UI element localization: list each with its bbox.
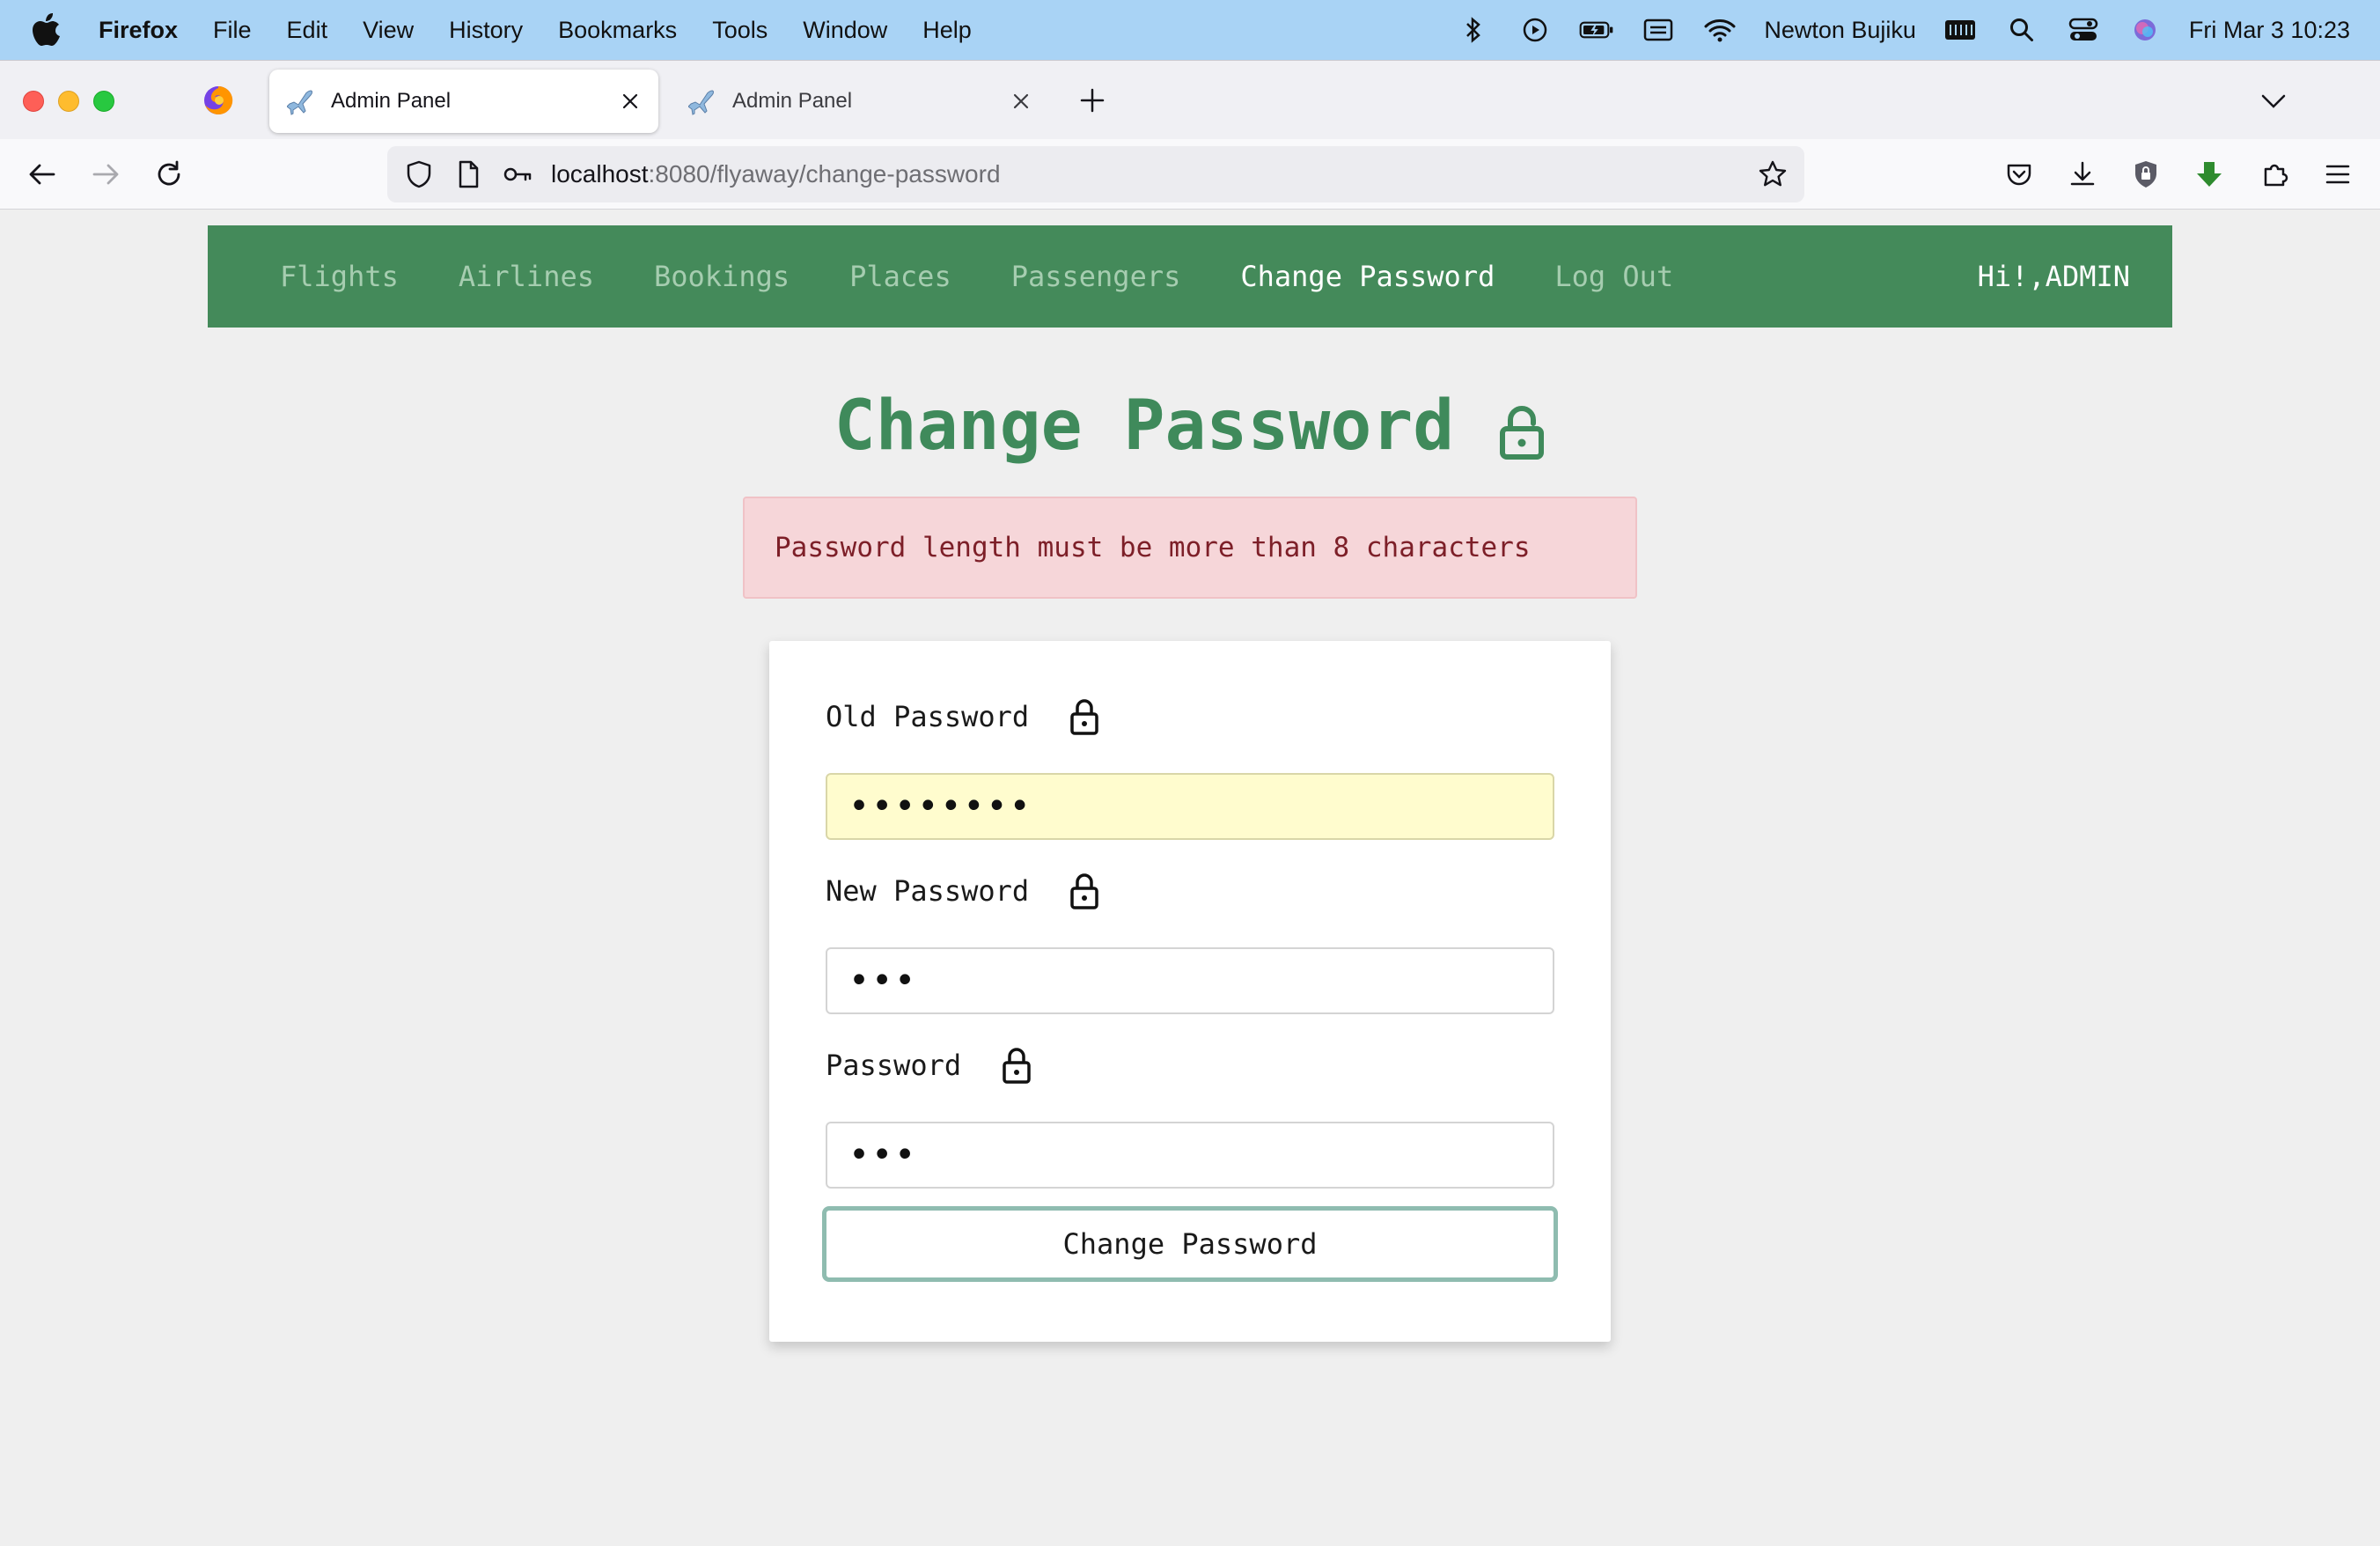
browser-tabstrip: Admin Panel Admin Panel [0,60,2380,139]
menu-file[interactable]: File [213,17,252,44]
page-content: Flights Airlines Bookings Places Passeng… [0,210,2380,1546]
url-path: :8080/flyaway/change-password [648,160,1001,188]
reload-icon[interactable] [151,157,187,192]
confirm-password-input[interactable] [826,1122,1554,1189]
close-icon[interactable] [1010,91,1032,112]
nav-log-out[interactable]: Log Out [1554,260,1673,293]
airplane-icon [688,90,714,115]
nav-passengers[interactable]: Passengers [1011,260,1181,293]
display-icon[interactable] [1641,15,1676,45]
key-icon[interactable] [502,158,533,190]
play-circle-icon[interactable] [1517,15,1553,45]
privacy-shield-icon[interactable] [2128,157,2163,192]
url-host: localhost [551,160,649,188]
nav-flights[interactable]: Flights [280,260,399,293]
site-navbar: Flights Airlines Bookings Places Passeng… [208,225,2172,328]
nav-change-password[interactable]: Change Password [1240,260,1495,293]
extensions-puzzle-icon[interactable] [2257,157,2292,192]
old-password-label-text: Old Password [826,700,1030,733]
wifi-icon[interactable] [1702,15,1737,45]
menu-bookmarks[interactable]: Bookmarks [558,17,677,44]
nav-places[interactable]: Places [849,260,951,293]
url-bar[interactable]: localhost:8080/flyaway/change-password [387,146,1804,202]
page-title: Change Password [834,386,1455,466]
menubar-username[interactable]: Newton Bujiku [1764,17,1916,44]
bookmark-star-icon[interactable] [1757,158,1789,190]
airplane-icon [287,90,312,115]
control-center-icon[interactable] [2066,15,2101,45]
menubar-status-area: Newton Bujiku Fri Mar 3 10:23 [1429,0,2350,60]
tab-title: Admin Panel [732,89,853,113]
back-arrow-icon[interactable] [25,157,60,192]
siri-icon[interactable] [2127,15,2163,45]
menu-window[interactable]: Window [803,17,887,44]
nav-bookings[interactable]: Bookings [654,260,790,293]
chevron-down-icon[interactable] [2259,89,2288,114]
new-password-label-text: New Password [826,874,1030,908]
window-minimize-button[interactable] [58,91,79,112]
page-title-wrap: Change Password [0,386,2380,466]
spotlight-search-icon[interactable] [2004,15,2039,45]
green-download-arrow-icon[interactable] [2192,157,2227,192]
new-tab-plus-icon[interactable] [1077,85,1107,115]
url-text[interactable]: localhost:8080/flyaway/change-password [551,160,1757,188]
new-password-input[interactable] [826,947,1554,1014]
confirm-password-label-text: Password [826,1049,962,1082]
tab-admin-panel[interactable]: Admin Panel [671,70,1049,133]
browser-toolbar: localhost:8080/flyaway/change-password [0,139,2380,210]
menu-view[interactable]: View [363,17,414,44]
forward-arrow-icon[interactable] [88,157,123,192]
error-alert: Password length must be more than 8 char… [743,497,1637,599]
pocket-icon[interactable] [2002,157,2037,192]
menu-tools[interactable]: Tools [712,17,768,44]
change-password-button[interactable]: Change Password [822,1206,1558,1282]
window-zoom-button[interactable] [93,91,114,112]
page-icon[interactable] [452,158,484,190]
menu-history[interactable]: History [449,17,523,44]
nav-airlines[interactable]: Airlines [459,260,594,293]
menu-edit[interactable]: Edit [287,17,328,44]
downloads-icon[interactable] [2065,157,2100,192]
tab-title: Admin Panel [331,89,452,113]
lock-icon [1070,873,1098,909]
lock-icon [1070,699,1098,735]
lock-icon [1500,406,1545,460]
confirm-password-label: Password [826,1046,1032,1085]
bluetooth-icon[interactable] [1456,15,1491,45]
keyboard-icon[interactable] [1943,15,1978,45]
battery-icon[interactable] [1579,15,1614,45]
macos-menubar: Firefox File Edit View History Bookmarks… [0,0,2380,60]
hamburger-menu-icon[interactable] [2320,157,2355,192]
firefox-view-icon[interactable] [201,83,236,118]
old-password-input[interactable] [826,773,1554,840]
menubar-clock[interactable]: Fri Mar 3 10:23 [2189,17,2350,44]
new-password-label: New Password [826,872,1099,910]
apple-icon[interactable] [32,12,62,48]
menu-app-firefox[interactable]: Firefox [99,17,178,44]
menu-help[interactable]: Help [922,17,972,44]
close-icon[interactable] [620,91,641,112]
change-password-form: Old Password New Password Password [769,641,1611,1342]
lock-icon [1003,1048,1031,1084]
window-close-button[interactable] [23,91,44,112]
user-greeting: Hi!,ADMIN [1977,260,2130,293]
tab-admin-panel-active[interactable]: Admin Panel [269,70,658,133]
shield-icon[interactable] [403,158,435,190]
old-password-label: Old Password [826,697,1099,736]
